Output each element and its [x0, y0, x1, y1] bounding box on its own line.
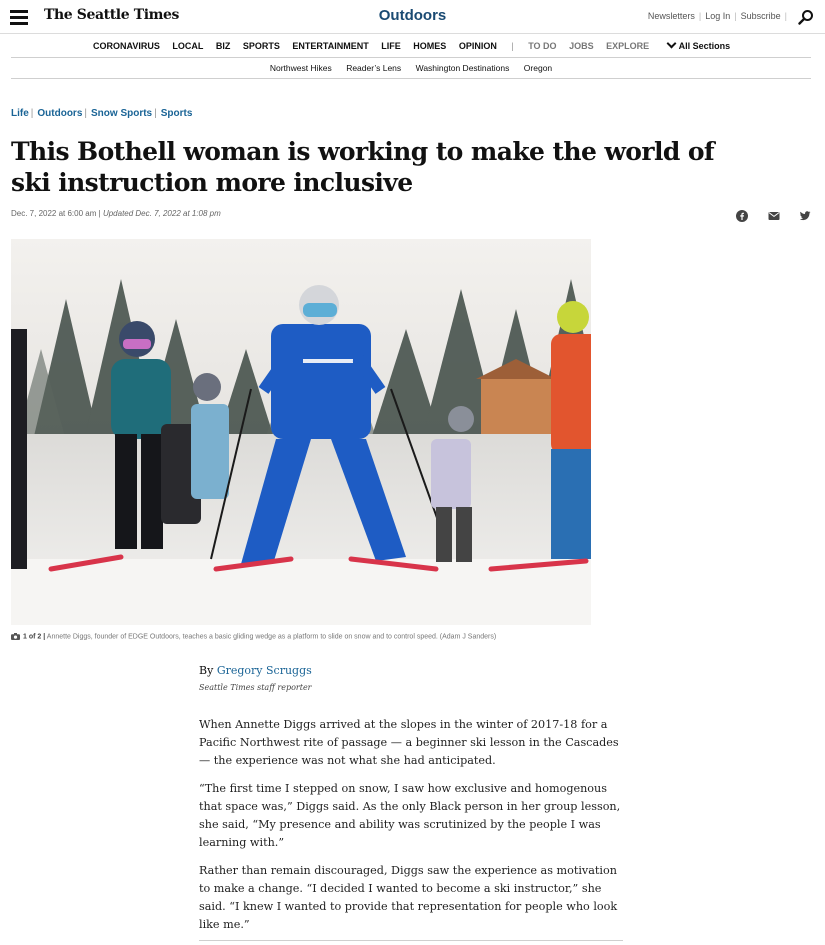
- nav-to-do[interactable]: TO DO: [528, 41, 556, 51]
- subnav-northwest-hikes[interactable]: Northwest Hikes: [270, 63, 332, 73]
- account-links: Newsletters | Log In | Subscribe |: [648, 11, 791, 21]
- breadcrumb-sports[interactable]: Sports: [161, 108, 193, 119]
- subnav-oregon[interactable]: Oregon: [524, 63, 552, 73]
- photo-count[interactable]: 1 of 2: [23, 633, 41, 640]
- nav-homes[interactable]: HOMES: [413, 41, 446, 51]
- article-paragraph: “The first time I stepped on snow, I saw…: [199, 782, 621, 849]
- divider: [199, 940, 623, 941]
- login-link[interactable]: Log In: [705, 11, 730, 21]
- subnav-readers-lens[interactable]: Reader’s Lens: [346, 63, 401, 73]
- author-role: Seattle Times staff reporter: [199, 683, 312, 692]
- nav-explore[interactable]: EXPLORE: [606, 41, 649, 51]
- subnav-washington-destinations[interactable]: Washington Destinations: [416, 63, 510, 73]
- main-nav: CORONAVIRUS LOCAL BIZ SPORTS ENTERTAINME…: [11, 34, 811, 58]
- caption-separator: |: [43, 633, 46, 641]
- breadcrumb-separator: |: [154, 108, 157, 119]
- all-sections-label: All Sections: [678, 41, 731, 51]
- twitter-icon[interactable]: [799, 210, 811, 222]
- section-title-link[interactable]: Outdoors: [379, 7, 447, 24]
- article-body: When Annette Diggs arrived at the slopes…: [199, 716, 623, 944]
- byline: By Gregory Scruggs: [199, 664, 312, 677]
- breadcrumb-separator: |: [84, 108, 87, 119]
- share-buttons: [721, 207, 811, 225]
- breadcrumb-outdoors[interactable]: Outdoors: [37, 108, 82, 119]
- nav-biz[interactable]: BIZ: [216, 41, 231, 51]
- article-paragraph: When Annette Diggs arrived at the slopes…: [199, 718, 619, 767]
- nav-coronavirus[interactable]: CORONAVIRUS: [93, 41, 160, 51]
- article-paragraph: Rather than remain discouraged, Diggs sa…: [199, 864, 618, 931]
- nav-life[interactable]: LIFE: [381, 41, 401, 51]
- breadcrumb: Life | Outdoors | Snow Sports | Sports: [11, 108, 192, 119]
- byline-prefix: By: [199, 664, 214, 677]
- article-dateline: Dec. 7, 2022 at 6:00 am | Updated Dec. 7…: [11, 209, 221, 218]
- top-bar: The Seattle Times Outdoors Newsletters | L…: [0, 0, 825, 34]
- nav-entertainment[interactable]: ENTERTAINMENT: [292, 41, 368, 51]
- email-icon[interactable]: [768, 210, 780, 222]
- separator: |: [784, 11, 787, 21]
- separator: |: [734, 11, 737, 21]
- site-logo[interactable]: The Seattle Times: [44, 7, 179, 23]
- nav-opinion[interactable]: OPINION: [459, 41, 497, 51]
- breadcrumb-snow-sports[interactable]: Snow Sports: [91, 108, 152, 119]
- nav-sports[interactable]: SPORTS: [243, 41, 280, 51]
- newsletters-link[interactable]: Newsletters: [648, 11, 695, 21]
- search-icon[interactable]: [798, 9, 814, 25]
- all-sections-button[interactable]: All Sections: [666, 38, 731, 51]
- facebook-icon[interactable]: [736, 209, 749, 222]
- nav-local[interactable]: LOCAL: [172, 41, 203, 51]
- article-headline: This Bothell woman is working to make th…: [11, 137, 715, 197]
- nav-jobs[interactable]: JOBS: [569, 41, 594, 51]
- hamburger-icon[interactable]: [10, 10, 28, 25]
- sub-nav: Northwest Hikes Reader’s Lens Washington…: [11, 58, 811, 79]
- chevron-down-icon: [666, 38, 677, 49]
- updated-date: Updated Dec. 7, 2022 at 1:08 pm: [102, 209, 221, 218]
- nav-divider: |: [511, 41, 514, 51]
- article-photo[interactable]: [11, 239, 591, 625]
- author-link[interactable]: Gregory Scruggs: [217, 664, 312, 677]
- caption-text: Annette Diggs, founder of EDGE Outdoors,…: [46, 633, 497, 641]
- date-separator: |: [98, 209, 101, 218]
- breadcrumb-life[interactable]: Life: [11, 108, 29, 119]
- separator: |: [698, 11, 702, 21]
- subscribe-link[interactable]: Subscribe: [741, 11, 781, 21]
- camera-icon: [11, 633, 20, 640]
- breadcrumb-separator: |: [30, 108, 34, 119]
- photo-caption: 1 of 2 | Annette Diggs, founder of EDGE …: [11, 633, 496, 640]
- published-date: Dec. 7, 2022 at 6:00 am: [11, 209, 97, 218]
